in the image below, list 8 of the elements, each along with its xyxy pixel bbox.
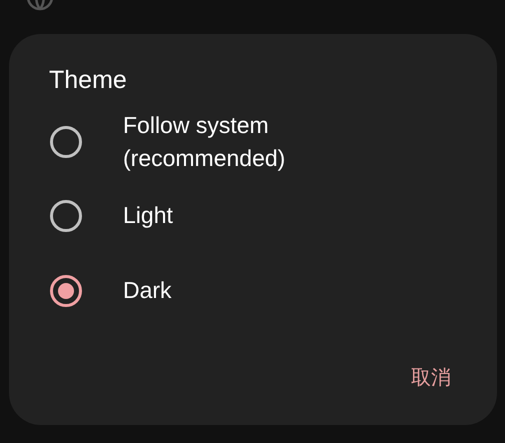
- radio-button[interactable]: [50, 200, 82, 232]
- option-label[interactable]: Light: [123, 199, 343, 232]
- radio-button[interactable]: [50, 126, 82, 158]
- radio-button[interactable]: [50, 274, 82, 306]
- option-label[interactable]: Dark: [123, 274, 343, 307]
- option-label[interactable]: Follow system (recommended): [123, 109, 343, 175]
- dialog-title: Theme: [48, 65, 128, 96]
- cancel-button[interactable]: 取消: [401, 357, 461, 399]
